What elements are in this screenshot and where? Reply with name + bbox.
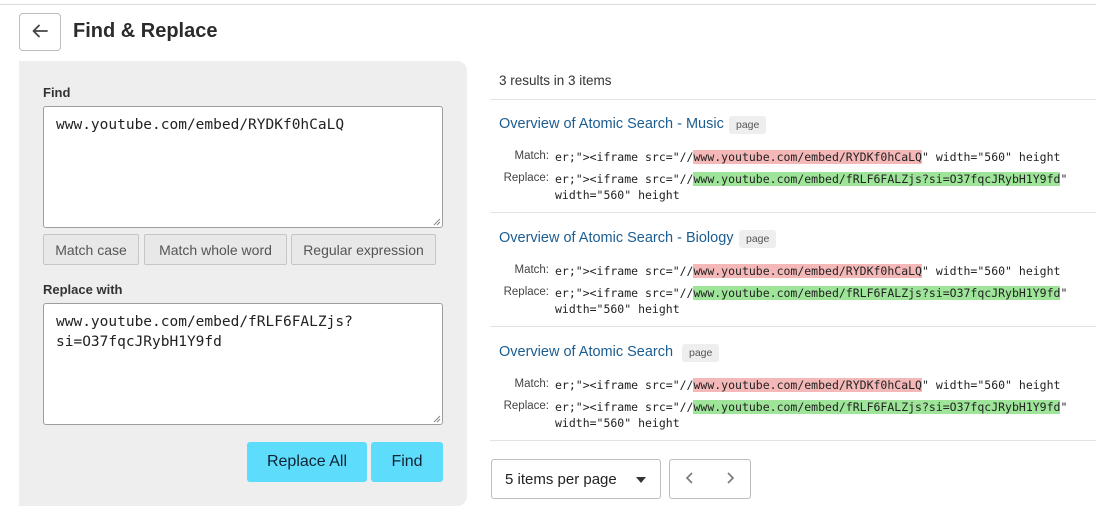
replace-highlight: www.youtube.com/embed/fRLF6FALZjs?si=O37…	[693, 286, 1061, 300]
items-per-page-value: 5 items per page	[505, 471, 617, 488]
find-input[interactable]: www.youtube.com/embed/RYDKf0hCaLQ	[43, 106, 443, 228]
match-highlight: www.youtube.com/embed/RYDKf0hCaLQ	[693, 378, 922, 392]
next-page-button[interactable]	[710, 460, 750, 498]
find-button[interactable]: Find	[371, 442, 443, 482]
replace-snippet-continued: width="560" height	[555, 416, 680, 430]
results-summary: 3 results in 3 items	[499, 73, 612, 88]
replace-snippet: er;"><iframe src="//www.youtube.com/embe…	[555, 172, 1068, 186]
match-label: Match:	[514, 378, 549, 390]
chevron-right-icon	[724, 471, 736, 488]
replace-snippet: er;"><iframe src="//www.youtube.com/embe…	[555, 400, 1068, 414]
replace-all-button[interactable]: Replace All	[247, 442, 367, 482]
match-label: Match:	[514, 150, 549, 162]
replace-input[interactable]: www.youtube.com/embed/fRLF6FALZjs? si=O3…	[43, 303, 443, 425]
replace-snippet-continued: width="560" height	[555, 188, 680, 202]
match-snippet: er;"><iframe src="//www.youtube.com/embe…	[555, 378, 1061, 392]
result-type-badge: page	[729, 116, 767, 134]
match-whole-word-button[interactable]: Match whole word	[144, 234, 287, 265]
find-resize-grip-icon[interactable]	[432, 217, 441, 226]
replace-label-snippet: Replace:	[503, 172, 549, 184]
page-title: Find & Replace	[73, 20, 218, 42]
prev-page-button[interactable]	[670, 460, 710, 498]
match-snippet: er;"><iframe src="//www.youtube.com/embe…	[555, 264, 1061, 278]
replace-label-snippet: Replace:	[503, 400, 549, 412]
result-divider	[490, 212, 1096, 213]
replace-snippet-continued: width="560" height	[555, 302, 680, 316]
caret-down-icon	[636, 477, 646, 483]
match-highlight: www.youtube.com/embed/RYDKf0hCaLQ	[693, 264, 922, 278]
items-per-page-select[interactable]: 5 items per page	[491, 459, 661, 499]
regular-expression-button[interactable]: Regular expression	[291, 234, 436, 265]
result-divider	[490, 326, 1096, 327]
replace-highlight: www.youtube.com/embed/fRLF6FALZjs?si=O37…	[693, 172, 1061, 186]
results-divider	[490, 99, 1096, 100]
replace-snippet: er;"><iframe src="//www.youtube.com/embe…	[555, 286, 1068, 300]
replace-label-snippet: Replace:	[503, 286, 549, 298]
match-snippet: er;"><iframe src="//www.youtube.com/embe…	[555, 150, 1061, 164]
find-label: Find	[43, 85, 71, 100]
back-button[interactable]	[19, 13, 61, 51]
match-label: Match:	[514, 264, 549, 276]
match-case-button[interactable]: Match case	[43, 234, 139, 265]
result-type-badge: page	[739, 230, 777, 248]
result-divider	[490, 440, 1096, 441]
result-type-badge: page	[682, 344, 720, 362]
replace-resize-grip-icon[interactable]	[432, 414, 441, 423]
result-title-link[interactable]: Overview of Atomic Search	[499, 344, 673, 360]
pagination-controls	[669, 459, 751, 499]
match-highlight: www.youtube.com/embed/RYDKf0hCaLQ	[693, 150, 922, 164]
replace-highlight: www.youtube.com/embed/fRLF6FALZjs?si=O37…	[693, 400, 1061, 414]
result-title-link[interactable]: Overview of Atomic Search - Biology	[499, 230, 734, 246]
result-title-link[interactable]: Overview of Atomic Search - Music	[499, 116, 724, 132]
replace-label: Replace with	[43, 282, 123, 297]
arrow-left-icon	[31, 22, 49, 43]
chevron-left-icon	[684, 471, 696, 488]
top-divider	[0, 4, 1096, 5]
